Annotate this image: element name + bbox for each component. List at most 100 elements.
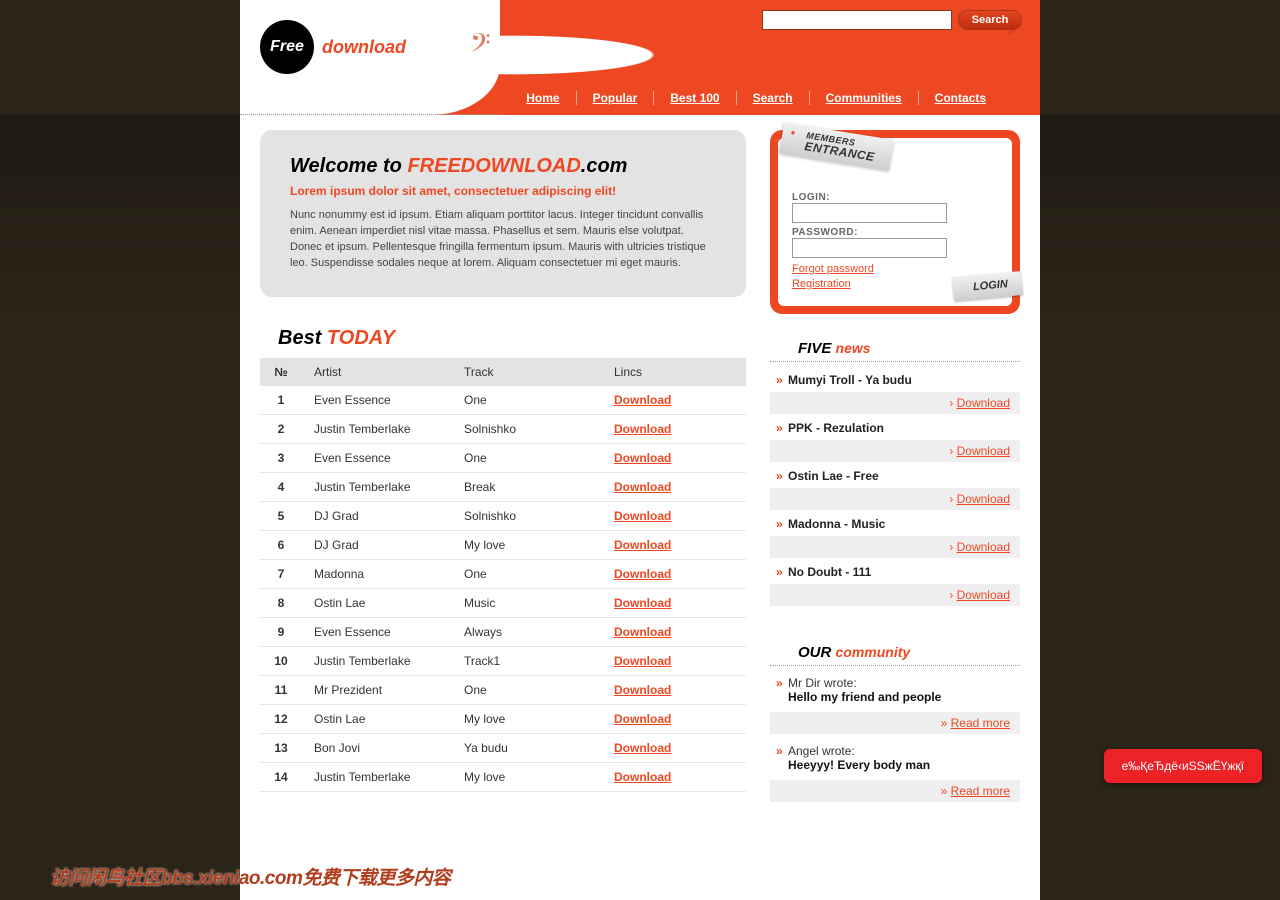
- news-list: Mumyi Troll - Ya budu Download PPK - Rezul…: [770, 368, 1020, 606]
- cell-artist: Even Essence: [302, 386, 452, 415]
- five-news-title-accent: news: [836, 340, 871, 356]
- cell-no: 9: [260, 617, 302, 646]
- best-today-title-pre: Best: [278, 327, 327, 349]
- cell-artist: Justin Temberlake: [302, 472, 452, 501]
- cell-no: 3: [260, 443, 302, 472]
- cell-artist: DJ Grad: [302, 530, 452, 559]
- news-head: Mumyi Troll - Ya budu: [770, 368, 1020, 392]
- download-link[interactable]: Download: [614, 770, 671, 784]
- download-link[interactable]: Download: [614, 393, 671, 407]
- welcome-body: Nunc nonummy est id ipsum. Etiam aliquam…: [290, 208, 716, 272]
- cell-track: One: [452, 386, 602, 415]
- news-head: Ostin Lae - Free: [770, 464, 1020, 488]
- searchbar: Search: [762, 8, 1022, 32]
- nav-communities[interactable]: Communities: [810, 91, 919, 105]
- cell-artist: Justin Temberlake: [302, 762, 452, 791]
- nav-popular[interactable]: Popular: [577, 91, 655, 105]
- page-container: Free download ♪ 𝄢 Search Home Popular Be…: [240, 0, 1040, 900]
- best-today-title-accent: TODAY: [327, 327, 395, 349]
- download-link[interactable]: Download: [614, 480, 671, 494]
- password-input[interactable]: [792, 238, 947, 258]
- nav-contacts[interactable]: Contacts: [919, 91, 1002, 105]
- floating-pill-button[interactable]: е‰ҚеЂдё‹иЅЅжЁҮжқї: [1104, 749, 1262, 783]
- five-news-title: FIVE news: [770, 340, 1020, 357]
- table-row: 1Even EssenceOneDownload: [260, 386, 746, 415]
- download-link[interactable]: Download: [614, 422, 671, 436]
- forgot-password-link[interactable]: Forgot password: [792, 262, 998, 277]
- cell-no: 4: [260, 472, 302, 501]
- search-button[interactable]: Search: [958, 10, 1022, 30]
- download-link[interactable]: Download: [614, 625, 671, 639]
- table-row: 8Ostin LaeMusicDownload: [260, 588, 746, 617]
- download-link[interactable]: Download: [614, 683, 671, 697]
- main-nav: Home Popular Best 100 Search Communities…: [510, 91, 1002, 105]
- news-head: Madonna - Music: [770, 512, 1020, 536]
- login-button[interactable]: LOGIN: [952, 271, 1023, 301]
- table-row: 3Even EssenceOneDownload: [260, 443, 746, 472]
- cell-artist: Justin Temberlake: [302, 646, 452, 675]
- download-link[interactable]: Download: [614, 712, 671, 726]
- download-link[interactable]: Download: [614, 567, 671, 581]
- header: Free download ♪ 𝄢 Search Home Popular Be…: [240, 0, 1040, 115]
- welcome-subtitle: Lorem ipsum dolor sit amet, consectetuer…: [290, 184, 716, 198]
- cell-no: 14: [260, 762, 302, 791]
- download-link[interactable]: Download: [614, 596, 671, 610]
- logo-text: download: [322, 37, 406, 58]
- news-head: PPK - Rezulation: [770, 416, 1020, 440]
- cell-track: Track1: [452, 646, 602, 675]
- download-link[interactable]: Download: [614, 509, 671, 523]
- cell-track: Break: [452, 472, 602, 501]
- news-download-link[interactable]: Download: [957, 444, 1010, 458]
- password-row: PASSWORD:: [792, 227, 998, 258]
- read-more-link[interactable]: Read more: [951, 716, 1010, 730]
- cell-artist: Even Essence: [302, 443, 452, 472]
- login-input[interactable]: [792, 203, 947, 223]
- col-artist: Artist: [302, 358, 452, 386]
- table-header-row: № Artist Track Lincs: [260, 358, 746, 386]
- nav-best100[interactable]: Best 100: [654, 91, 736, 105]
- cell-no: 10: [260, 646, 302, 675]
- table-row: 6DJ GradMy loveDownload: [260, 530, 746, 559]
- community-author: Mr Dir wrote:: [788, 676, 1012, 690]
- logo[interactable]: Free download: [240, 0, 500, 74]
- cell-track: My love: [452, 704, 602, 733]
- community-text: Hello my friend and people: [788, 690, 1012, 704]
- news-download-link[interactable]: Download: [957, 540, 1010, 554]
- logo-area: Free download: [240, 0, 500, 115]
- table-row: 14Justin TemberlakeMy love Download: [260, 762, 746, 791]
- news-download-bar: Download: [770, 584, 1020, 606]
- cell-track: One: [452, 559, 602, 588]
- download-link[interactable]: Download: [614, 741, 671, 755]
- news-download-link[interactable]: Download: [957, 588, 1010, 602]
- community-item: Mr Dir wrote:Hello my friend and people R…: [770, 672, 1020, 734]
- community-readmore-bar: Read more: [770, 780, 1020, 802]
- welcome-title-post: .com: [581, 155, 628, 177]
- nav-search[interactable]: Search: [737, 91, 810, 105]
- logo-circle-icon: Free: [260, 20, 314, 74]
- download-link[interactable]: Download: [614, 451, 671, 465]
- cell-artist: Even Essence: [302, 617, 452, 646]
- cell-artist: DJ Grad: [302, 501, 452, 530]
- download-link[interactable]: Download: [614, 538, 671, 552]
- watermark-text: 访问闲鸟社区bbs.xieniao.com免费下载更多内容: [50, 863, 450, 890]
- body: Welcome to FREEDOWNLOAD.com Lorem ipsum …: [240, 115, 1040, 900]
- news-item: Mumyi Troll - Ya budu Download: [770, 368, 1020, 414]
- cell-no: 2: [260, 414, 302, 443]
- cell-no: 8: [260, 588, 302, 617]
- community-readmore-bar: Read more: [770, 712, 1020, 734]
- read-more-link[interactable]: Read more: [951, 784, 1010, 798]
- cell-track: Solnishko: [452, 501, 602, 530]
- login-inner: MEMBERS ENTRANCE LOGIN: PASSWORD: Forgot…: [778, 138, 1012, 306]
- cell-track: Music: [452, 588, 602, 617]
- main-column: Welcome to FREEDOWNLOAD.com Lorem ipsum …: [260, 130, 746, 840]
- download-link[interactable]: Download: [614, 654, 671, 668]
- cell-track: My love: [452, 762, 602, 791]
- cell-artist: Madonna: [302, 559, 452, 588]
- news-download-link[interactable]: Download: [957, 396, 1010, 410]
- cell-track: Solnishko: [452, 414, 602, 443]
- table-row: 9Even EssenceAlwaysDownload: [260, 617, 746, 646]
- nav-home[interactable]: Home: [510, 91, 576, 105]
- search-input[interactable]: [762, 10, 952, 30]
- news-download-link[interactable]: Download: [957, 492, 1010, 506]
- sidebar: MEMBERS ENTRANCE LOGIN: PASSWORD: Forgot…: [770, 130, 1020, 840]
